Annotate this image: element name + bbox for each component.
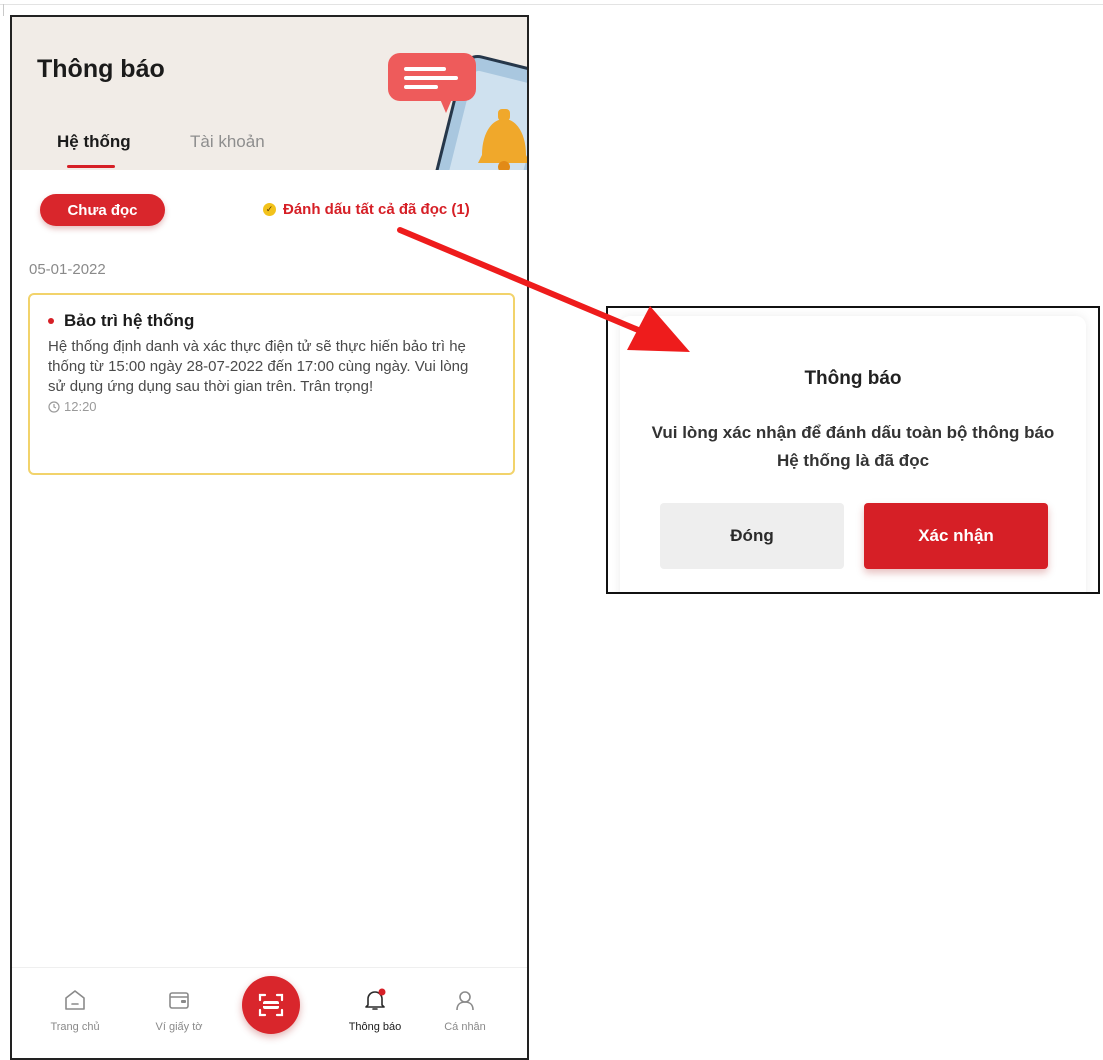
bell-icon (365, 988, 386, 1010)
page-title: Thông báo (37, 55, 165, 83)
active-tab-indicator (67, 165, 115, 168)
page-top-divider (0, 4, 1103, 5)
tab-system[interactable]: Hệ thống (57, 132, 131, 152)
notification-time-row: 12:20 (48, 399, 495, 414)
phone-screen: Thông báo Hệ thống Tài khoản Chưa đọc ✓ … (10, 15, 529, 1060)
nav-wallet-label: Ví giấy tờ (155, 1021, 203, 1033)
dialog-message: Vui lòng xác nhận để đánh dấu toàn bộ th… (651, 423, 1055, 470)
notification-title: Bảo trì hệ thống (64, 311, 195, 330)
scan-icon (258, 993, 284, 1017)
notification-time: 12:20 (64, 399, 97, 414)
mark-all-read-button[interactable]: ✓ Đánh dấu tất cả đã đọc (1) (263, 201, 470, 218)
home-icon (65, 990, 85, 1010)
nav-notifications[interactable]: Thông báo (330, 983, 420, 1033)
user-icon (456, 991, 474, 1011)
check-circle-icon: ✓ (263, 203, 276, 216)
notification-title-row: Bảo trì hệ thống (48, 311, 495, 331)
notification-card[interactable]: Bảo trì hệ thống Hệ thống định danh và x… (28, 293, 515, 475)
close-button[interactable]: Đóng (660, 503, 844, 569)
wallet-icon (169, 992, 189, 1009)
date-group-label: 05-01-2022 (29, 261, 106, 278)
nav-profile[interactable]: Cá nhân (420, 983, 510, 1033)
mark-all-read-label: Đánh dấu tất cả đã đọc (1) (283, 201, 470, 218)
nav-notifications-label: Thông báo (348, 1021, 402, 1033)
scan-button[interactable] (242, 976, 300, 1034)
dialog-title: Thông báo (804, 368, 902, 389)
confirm-dialog-frame: Thông báo Vui lòng xác nhận để đánh dấu … (606, 306, 1100, 594)
nav-home[interactable]: Trang chủ (30, 983, 120, 1033)
tab-account[interactable]: Tài khoản (190, 132, 265, 152)
unread-filter-chip[interactable]: Chưa đọc (40, 194, 165, 226)
nav-home-label: Trang chủ (50, 1021, 100, 1033)
notification-body: Hệ thống định danh và xác thực điện tử s… (48, 338, 469, 395)
page-left-mark (3, 4, 4, 16)
nav-profile-label: Cá nhân (444, 1021, 486, 1033)
bottom-navigation: Trang chủ Ví giấy tờ Thông báo Cá nhân (12, 967, 527, 1058)
unread-dot-icon (48, 318, 54, 324)
confirm-dialog: Thông báo Vui lòng xác nhận để đánh dấu … (620, 316, 1086, 592)
nav-wallet[interactable]: Ví giấy tờ (134, 983, 224, 1033)
confirm-button[interactable]: Xác nhận (864, 503, 1048, 569)
notification-illustration (388, 53, 527, 170)
clock-icon (48, 400, 60, 413)
